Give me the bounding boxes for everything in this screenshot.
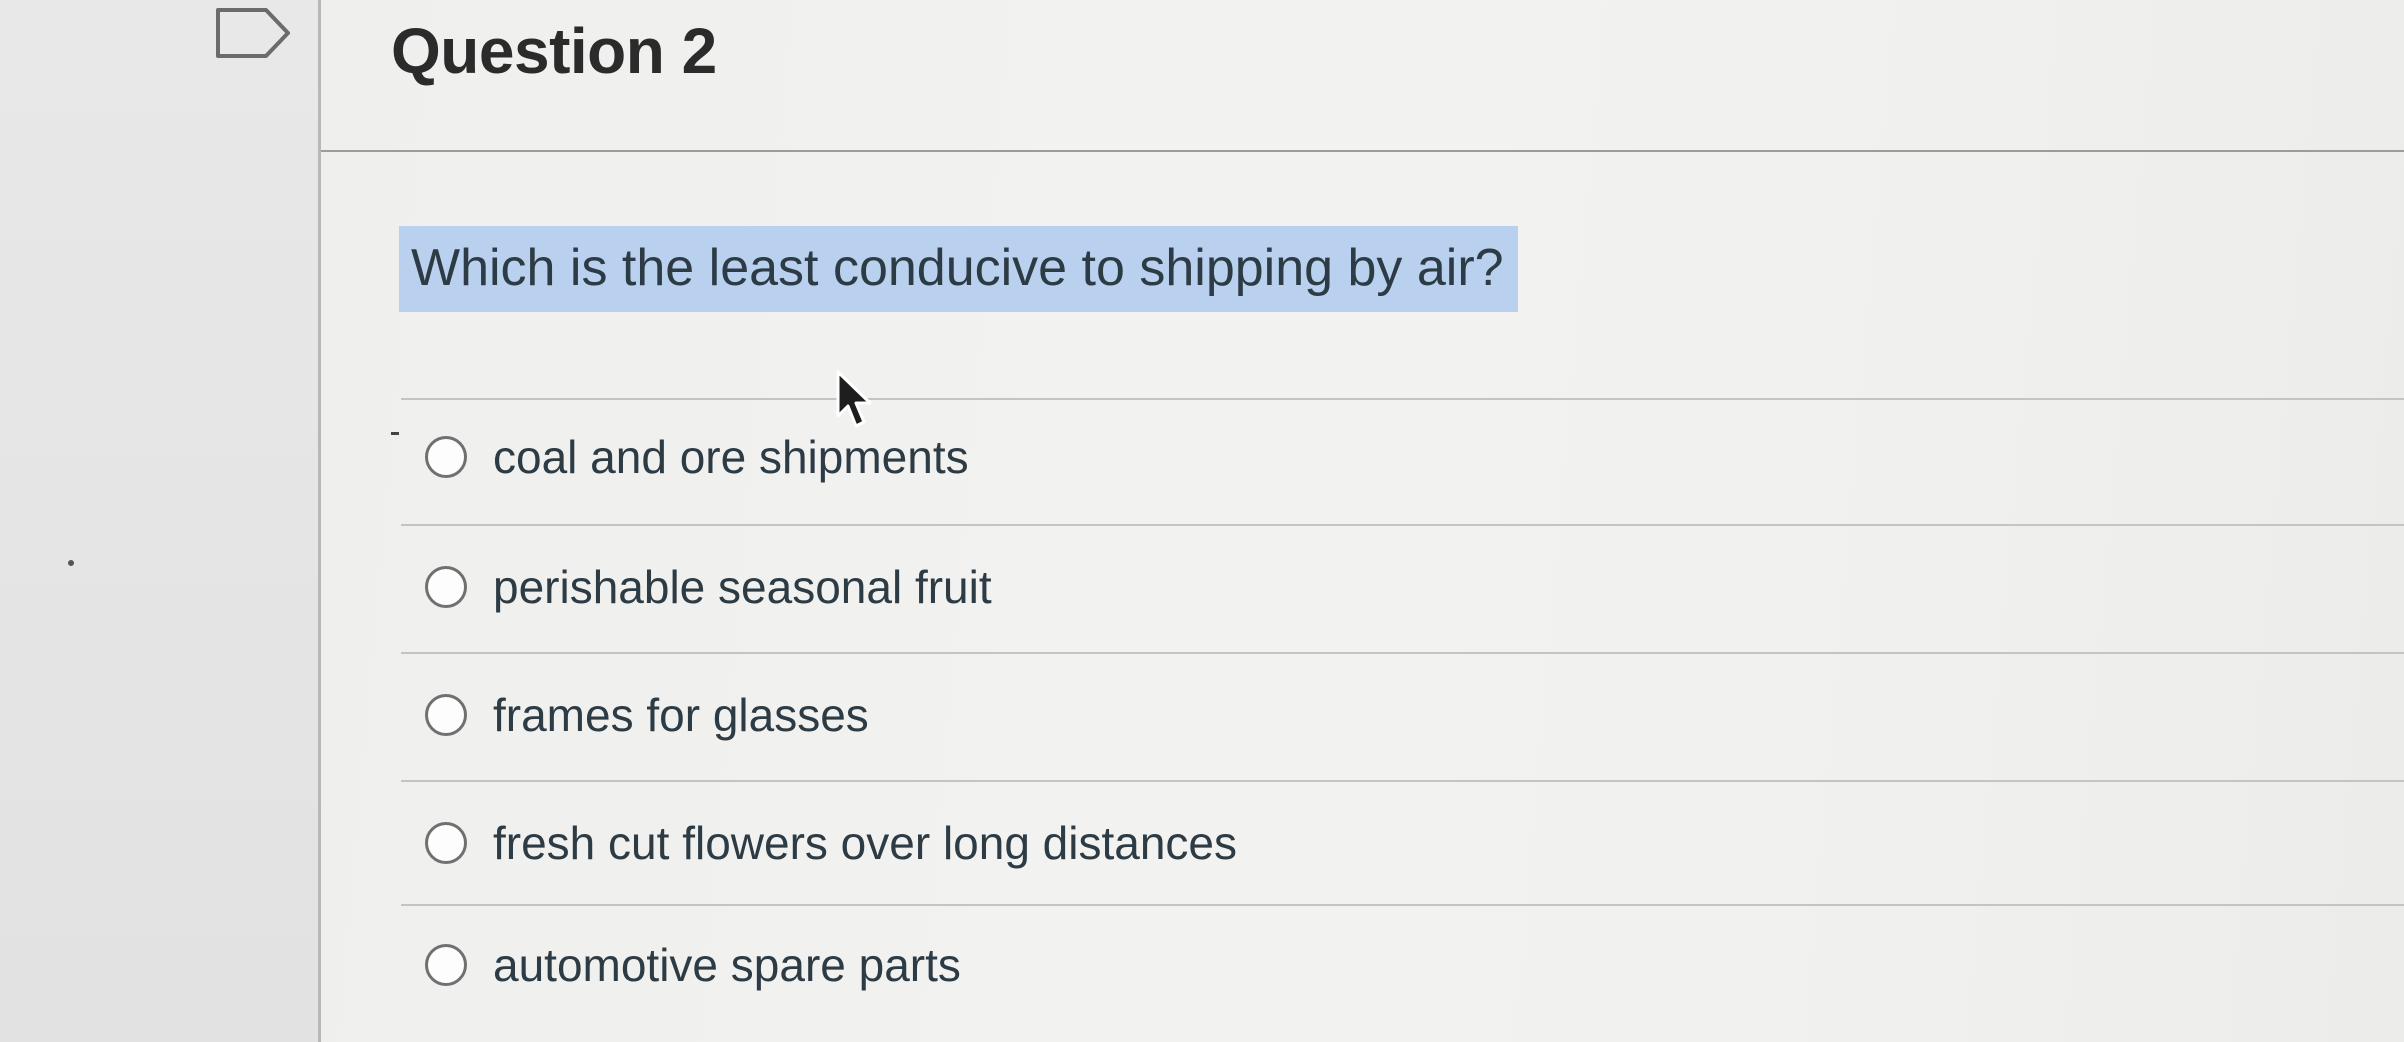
answer-option-2[interactable]: perishable seasonal fruit <box>425 560 992 614</box>
radio-button-icon[interactable] <box>425 944 467 986</box>
tick-mark <box>391 432 399 435</box>
separator <box>401 904 2404 906</box>
question-title: Question 2 <box>391 15 717 87</box>
mouse-cursor-icon <box>834 370 874 430</box>
answer-label[interactable]: coal and ore shipments <box>493 430 969 484</box>
radio-button-icon[interactable] <box>425 436 467 478</box>
answer-option-1[interactable]: coal and ore shipments <box>425 430 969 484</box>
question-text: Which is the least conducive to shipping… <box>399 226 1518 312</box>
answer-label[interactable]: perishable seasonal fruit <box>493 560 992 614</box>
question-panel: Question 2 Which is the least conducive … <box>318 0 2404 1042</box>
answer-option-3[interactable]: frames for glasses <box>425 688 869 742</box>
separator <box>401 652 2404 654</box>
radio-button-icon[interactable] <box>425 566 467 608</box>
flag-question-icon[interactable] <box>214 6 294 60</box>
answer-option-5[interactable]: automotive spare parts <box>425 938 961 992</box>
radio-button-icon[interactable] <box>425 694 467 736</box>
separator <box>401 524 2404 526</box>
question-header: Question 2 <box>321 0 2404 152</box>
radio-button-icon[interactable] <box>425 822 467 864</box>
answer-label[interactable]: automotive spare parts <box>493 938 961 992</box>
left-gutter <box>0 0 318 1042</box>
separator <box>401 398 2404 400</box>
separator <box>401 780 2404 782</box>
gutter-dot <box>68 560 74 566</box>
answer-label[interactable]: fresh cut flowers over long distances <box>493 816 1237 870</box>
answer-option-4[interactable]: fresh cut flowers over long distances <box>425 816 1237 870</box>
answer-label[interactable]: frames for glasses <box>493 688 869 742</box>
